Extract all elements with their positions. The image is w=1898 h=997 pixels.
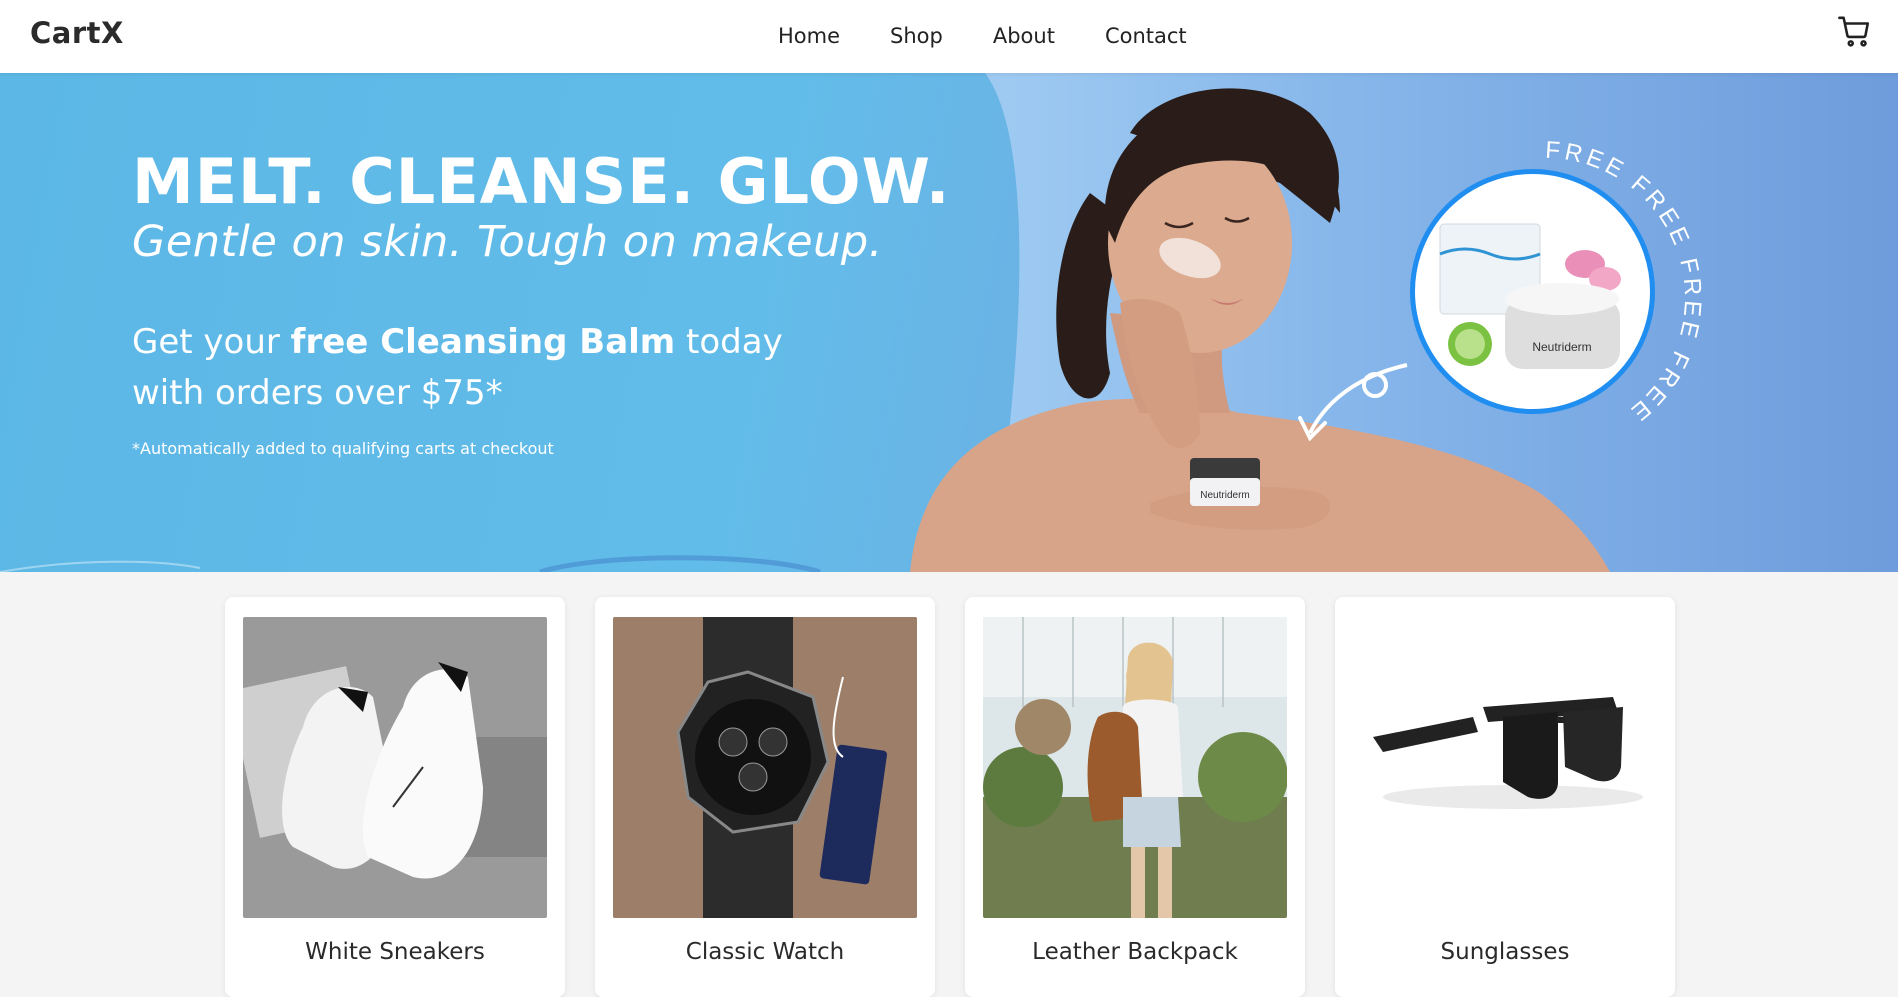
product-name[interactable]: Sunglasses <box>1335 939 1675 965</box>
hero-subhead: Gentle on skin. Tough on makeup. <box>132 217 883 267</box>
product-name[interactable]: Classic Watch <box>595 939 935 965</box>
hero-copy: MELT. CLEANSE. GLOW. Gentle on skin. Tou… <box>132 145 951 459</box>
site-header: CartX Home Shop About Contact <box>0 0 1898 73</box>
shopping-cart-icon <box>1838 16 1870 47</box>
product-name[interactable]: Leather Backpack <box>965 939 1305 965</box>
main-nav: Home Shop About Contact <box>778 24 1237 48</box>
product-name[interactable]: White Sneakers <box>225 939 565 965</box>
offer-prefix: Get your <box>132 322 291 362</box>
nav-home-link[interactable]: Home <box>778 24 840 48</box>
nav-contact-link[interactable]: Contact <box>1105 24 1187 48</box>
product-card-sneakers[interactable]: White Sneakers <box>225 597 565 997</box>
product-card-watch[interactable]: Classic Watch <box>595 597 935 997</box>
sunglasses-image[interactable] <box>1353 617 1657 918</box>
backpack-image[interactable] <box>983 617 1287 918</box>
product-card-sunglasses[interactable]: Sunglasses <box>1335 597 1675 997</box>
watch-image[interactable] <box>613 617 917 918</box>
free-ring-text: FREE FREE FREE FREE <box>1545 137 1707 428</box>
hero-headline: MELT. CLEANSE. GLOW. <box>132 145 951 218</box>
cart-button[interactable] <box>1838 15 1872 49</box>
product-card-backpack[interactable]: Leather Backpack <box>965 597 1305 997</box>
nav-shop-link[interactable]: Shop <box>890 24 943 48</box>
offer-line-2: with orders over $75* <box>132 373 503 413</box>
svg-text:Neutriderm: Neutriderm <box>1200 490 1249 501</box>
nav-about-link[interactable]: About <box>993 24 1055 48</box>
offer-suffix: today <box>675 322 783 362</box>
hero-fineprint: *Automatically added to qualifying carts… <box>132 439 554 458</box>
hero-banner: MELT. CLEANSE. GLOW. Gentle on skin. Tou… <box>0 73 1898 572</box>
hero-offer: Get your free Cleansing Balm today with … <box>132 317 950 419</box>
sneaker-image[interactable] <box>243 617 547 918</box>
offer-highlight: free Cleansing Balm <box>290 322 676 362</box>
brand-logo[interactable]: CartX <box>30 16 124 50</box>
svg-text:FREE FREE FREE FREE: FREE FREE FREE FREE <box>1545 137 1707 428</box>
